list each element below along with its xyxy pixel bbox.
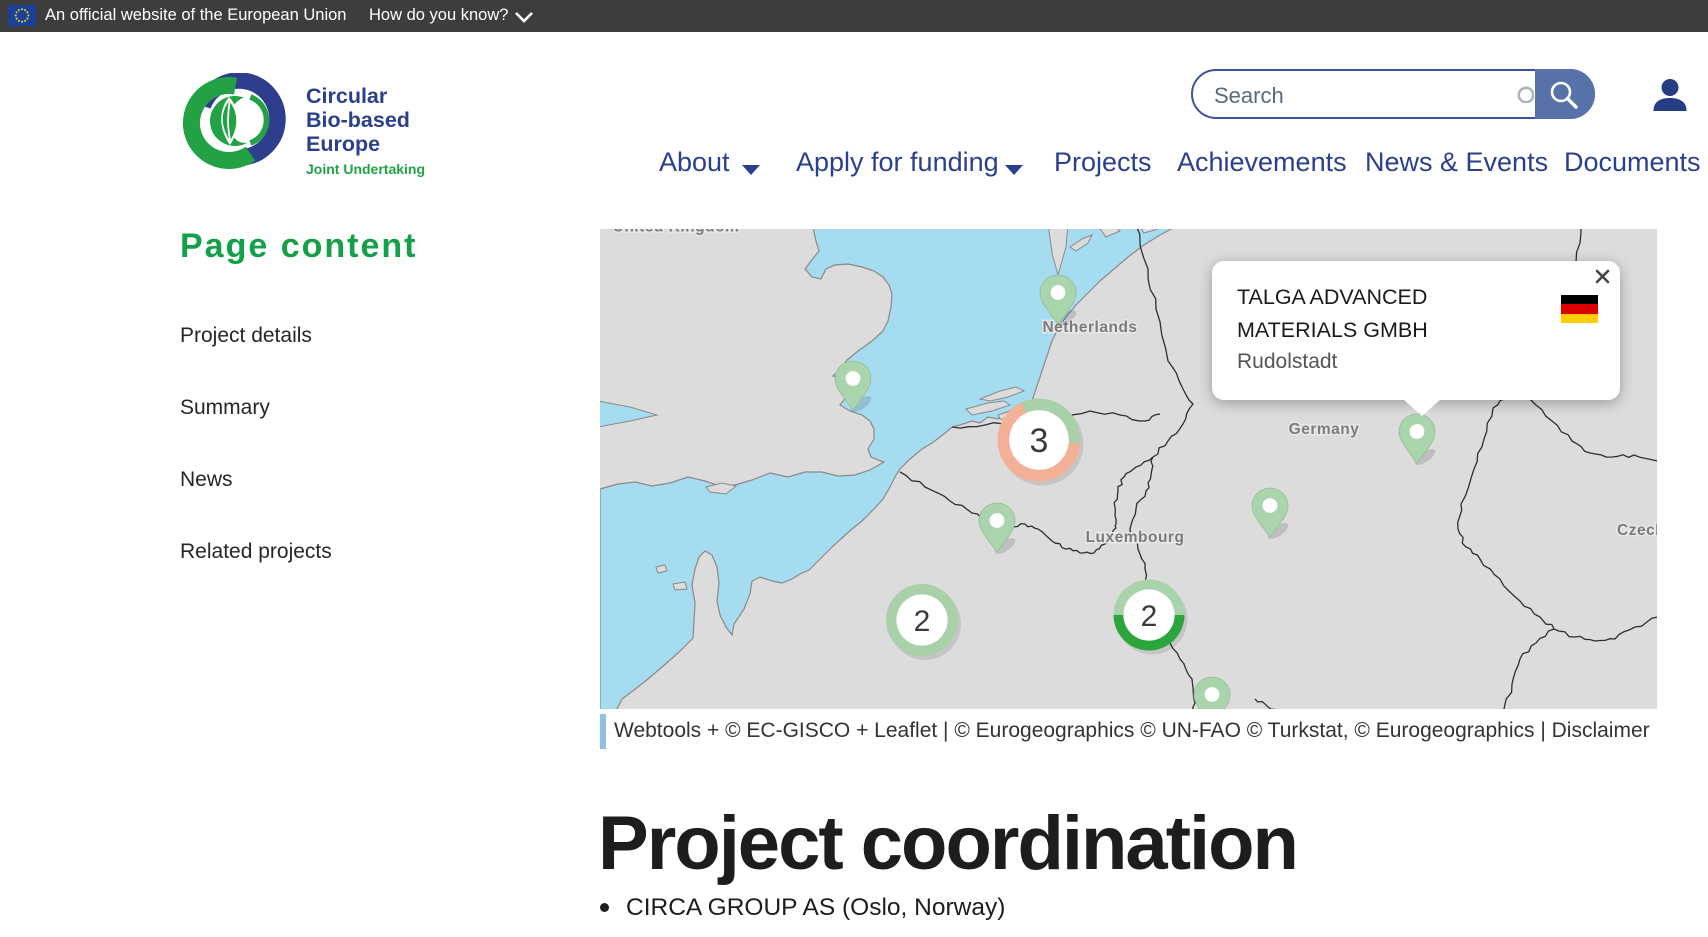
svg-text:2: 2 <box>1141 600 1158 633</box>
svg-text:Circular: Circular <box>306 84 388 108</box>
svg-text:Luxembourg: Luxembourg <box>1086 529 1185 546</box>
svg-text:Germany: Germany <box>1289 421 1360 438</box>
svg-text:United Kingdom: United Kingdom <box>613 229 740 236</box>
svg-text:3: 3 <box>1030 422 1049 460</box>
svg-text:2: 2 <box>914 605 931 638</box>
svg-text:Bio-based: Bio-based <box>306 108 410 132</box>
svg-text:Czechia: Czechia <box>1617 522 1657 539</box>
